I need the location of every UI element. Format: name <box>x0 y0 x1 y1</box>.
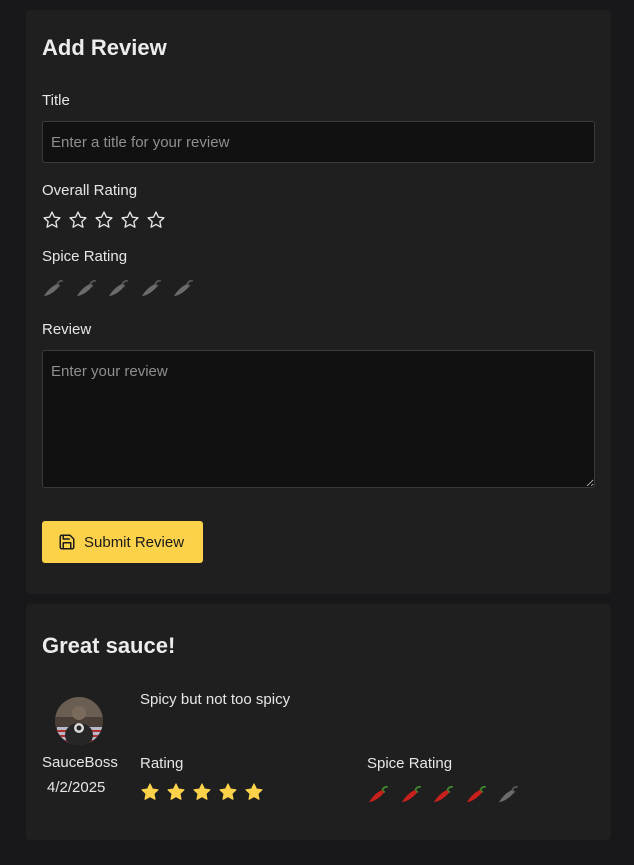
avatar <box>55 697 103 745</box>
star-filled-icon <box>244 782 264 802</box>
review-spice-peppers <box>367 785 530 805</box>
review-textarea[interactable] <box>42 350 595 488</box>
star-outline-icon[interactable] <box>146 210 166 230</box>
star-outline-icon[interactable] <box>42 210 62 230</box>
star-filled-icon <box>166 782 186 802</box>
save-icon <box>58 533 76 551</box>
chili-pepper-empty-icon[interactable] <box>107 279 129 299</box>
review-body: Spicy but not too spicy <box>140 691 291 708</box>
review-author: SauceBoss <box>42 754 118 771</box>
title-input[interactable] <box>42 121 595 163</box>
spice-rating-peppers[interactable] <box>42 279 205 299</box>
submit-review-label: Submit Review <box>84 533 185 551</box>
add-review-heading: Add Review <box>42 35 167 60</box>
chili-pepper-empty-icon[interactable] <box>172 279 194 299</box>
add-review-card: Add Review Title Overall Rating Spice Ra… <box>26 10 611 594</box>
review-date: 4/2/2025 <box>47 779 106 796</box>
star-filled-icon <box>140 782 160 802</box>
chili-pepper-icon <box>432 785 454 805</box>
review-label: Review <box>42 321 92 338</box>
review-spice-label: Spice Rating <box>367 755 453 772</box>
overall-rating-stars[interactable] <box>42 210 172 230</box>
spice-rating-label: Spice Rating <box>42 248 128 265</box>
overall-rating-label: Overall Rating <box>42 182 138 199</box>
chili-pepper-icon <box>367 785 389 805</box>
title-label: Title <box>42 92 70 109</box>
review-rating-label: Rating <box>140 755 184 772</box>
chili-pepper-empty-icon[interactable] <box>75 279 97 299</box>
chili-pepper-empty-icon[interactable] <box>140 279 162 299</box>
star-filled-icon <box>218 782 238 802</box>
chili-pepper-icon <box>465 785 487 805</box>
chili-pepper-empty-icon[interactable] <box>42 279 64 299</box>
star-outline-icon[interactable] <box>120 210 140 230</box>
review-rating-stars <box>140 782 270 802</box>
chili-pepper-empty-icon <box>497 785 519 805</box>
submit-review-button[interactable]: Submit Review <box>42 521 203 563</box>
chili-pepper-icon <box>400 785 422 805</box>
review-title: Great sauce! <box>42 633 176 658</box>
star-filled-icon <box>192 782 212 802</box>
star-outline-icon[interactable] <box>68 210 88 230</box>
review-card: Great sauce! SauceBoss 4/2/2025 Spicy bu… <box>26 604 611 840</box>
star-outline-icon[interactable] <box>94 210 114 230</box>
